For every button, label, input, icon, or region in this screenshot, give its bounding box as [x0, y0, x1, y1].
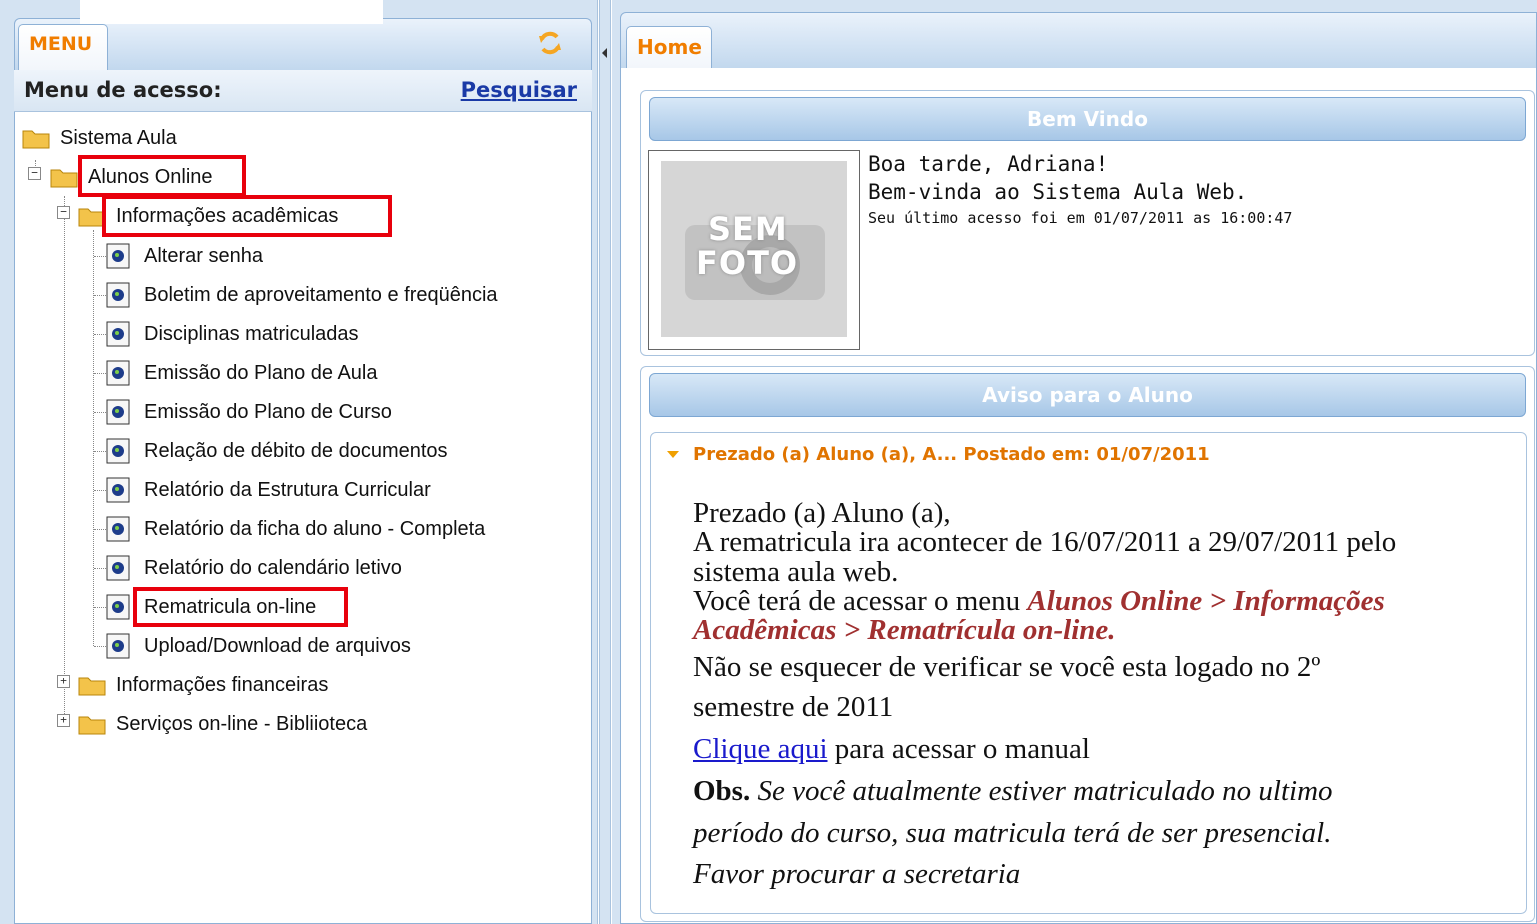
notice-line: Não se esquecer de verificar se você est… — [693, 651, 1321, 683]
notice-line: sistema aula web. — [693, 556, 899, 588]
page-icon — [106, 633, 130, 659]
tree-item-disciplinas[interactable]: Disciplinas matriculadas — [106, 318, 359, 350]
tree-item-upload-download[interactable]: Upload/Download de arquivos — [106, 630, 411, 662]
photo-placeholder-text: FOTO — [696, 244, 799, 282]
content-tab-strip — [620, 12, 1537, 68]
tree-label: Emissão do Plano de Aula — [144, 361, 378, 384]
expand-icon[interactable]: + — [57, 675, 70, 688]
page-icon — [106, 555, 130, 581]
tree-node-servicos[interactable]: Serviços on-line - Bibliioteca — [78, 708, 367, 740]
menu-path-text: Alunos Online > Informações — [1027, 585, 1385, 617]
last-access-text: Seu último acesso foi em 01/07/2011 as 1… — [868, 209, 1293, 227]
notice-line: Clique aqui para acessar o manual — [693, 734, 1090, 764]
tree-node-sistema-aula[interactable]: Sistema Aula — [22, 122, 177, 154]
tree-item-debito[interactable]: Relação de débito de documentos — [106, 435, 448, 467]
page-icon — [106, 399, 130, 425]
panel-splitter[interactable] — [599, 0, 611, 924]
notice-panel-title: Aviso para o Aluno — [649, 373, 1526, 417]
tree-label: Relatório da ficha do aluno - Completa — [144, 517, 486, 540]
tree-line — [94, 412, 106, 413]
tree-line — [94, 490, 106, 491]
expand-icon[interactable]: + — [57, 714, 70, 727]
tree-item-plano-aula[interactable]: Emissão do Plano de Aula — [106, 357, 378, 389]
tree-line — [93, 230, 94, 646]
page-icon — [106, 438, 130, 464]
tree-item-ficha-aluno[interactable]: Relatório da ficha do aluno - Completa — [106, 513, 485, 545]
tree-item-plano-curso[interactable]: Emissão do Plano de Curso — [106, 396, 392, 428]
tree-item-estrutura-curricular[interactable]: Relatório da Estrutura Curricular — [106, 474, 431, 506]
search-link[interactable]: Pesquisar — [461, 78, 577, 102]
notice-text: para acessar o manual — [827, 733, 1090, 765]
tree-label: Relatório da Estrutura Curricular — [144, 478, 431, 501]
tree-label: Informações financeiras — [116, 673, 329, 696]
collapse-icon[interactable]: − — [57, 206, 70, 219]
tree-label: Disciplinas matriculadas — [144, 322, 359, 345]
obs-text: período do curso, sua matricula terá de … — [693, 817, 1332, 849]
highlight-box — [102, 195, 392, 237]
manual-link[interactable]: Clique aqui — [693, 733, 828, 765]
notice-line: A rematricula ira acontecer de 16/07/201… — [693, 526, 1397, 558]
page-icon — [106, 321, 130, 347]
refresh-icon[interactable] — [535, 28, 565, 58]
tree-line — [94, 568, 106, 569]
page-icon — [106, 516, 130, 542]
obs-text: Favor procurar a secretaria — [693, 858, 1021, 890]
photo-placeholder-text: SEM — [708, 210, 788, 248]
collapse-arrow-icon[interactable] — [602, 48, 607, 58]
tree-line — [94, 295, 106, 296]
tree-line — [64, 196, 65, 726]
redacted-area — [80, 0, 383, 24]
tree-label: Emissão do Plano de Curso — [144, 400, 392, 423]
tree-label: Relatório do calendário letivo — [144, 556, 402, 579]
tree-item-calendario[interactable]: Relatório do calendário letivo — [106, 552, 402, 584]
page-icon — [106, 282, 130, 308]
menu-header: Menu de acesso: Pesquisar — [14, 70, 592, 112]
notice-text: Você terá de acessar o menu — [693, 585, 1028, 617]
notice-line: Prezado (a) Aluno (a), — [693, 497, 951, 529]
folder-open-icon — [50, 169, 78, 188]
tree-line — [94, 451, 106, 452]
collapse-icon[interactable]: − — [28, 167, 41, 180]
notice-post-title[interactable]: Prezado (a) Aluno (a), A... Postado em: … — [693, 444, 1210, 465]
welcome-message: Bem-vinda ao Sistema Aula Web. — [868, 180, 1248, 204]
tree-label: Relação de débito de documentos — [144, 439, 448, 462]
tab-home[interactable]: Home — [626, 26, 712, 68]
notice-line: semestre de 2011 — [693, 691, 894, 723]
tree-label: Upload/Download de arquivos — [144, 634, 411, 657]
tree-label: Sistema Aula — [60, 126, 177, 149]
tree-item-boletim[interactable]: Boletim de aproveitamento e freqüência — [106, 279, 498, 311]
tree-line — [94, 646, 106, 647]
folder-icon — [78, 677, 106, 696]
highlight-box — [133, 587, 348, 627]
greeting-text: Boa tarde, Adriana! — [868, 152, 1109, 176]
tree-node-info-financeiras[interactable]: Informações financeiras — [78, 669, 328, 701]
folder-icon — [78, 716, 106, 735]
tree-line — [94, 334, 106, 335]
menu-header-title: Menu de acesso: — [24, 78, 222, 102]
expand-triangle-icon[interactable] — [667, 451, 679, 458]
tree-line — [94, 373, 106, 374]
menu-path-text: Acadêmicas > Rematrícula on-line. — [693, 614, 1116, 646]
page-icon — [106, 243, 130, 269]
tree-item-alterar-senha[interactable]: Alterar senha — [106, 240, 263, 272]
page-icon — [106, 594, 130, 620]
highlight-box — [78, 155, 246, 197]
notice-line: Obs. Se você atualmente estiver matricul… — [693, 776, 1333, 806]
notice-line: Você terá de acessar o menu Alunos Onlin… — [693, 586, 1385, 616]
tree-label: Alterar senha — [144, 244, 263, 267]
folder-icon — [22, 130, 50, 149]
page-icon — [106, 360, 130, 386]
tree-line — [94, 607, 106, 608]
welcome-panel-title: Bem Vindo — [649, 97, 1526, 141]
obs-text: Se você atualmente estiver matriculado n… — [750, 775, 1333, 807]
menu-tab[interactable]: MENU — [18, 24, 108, 70]
tree-label: Boletim de aproveitamento e freqüência — [144, 283, 498, 306]
tree-line — [94, 256, 106, 257]
tree-label: Serviços on-line - Bibliioteca — [116, 712, 368, 735]
tree-line — [94, 529, 106, 530]
obs-label: Obs. — [693, 775, 751, 807]
page-icon — [106, 477, 130, 503]
